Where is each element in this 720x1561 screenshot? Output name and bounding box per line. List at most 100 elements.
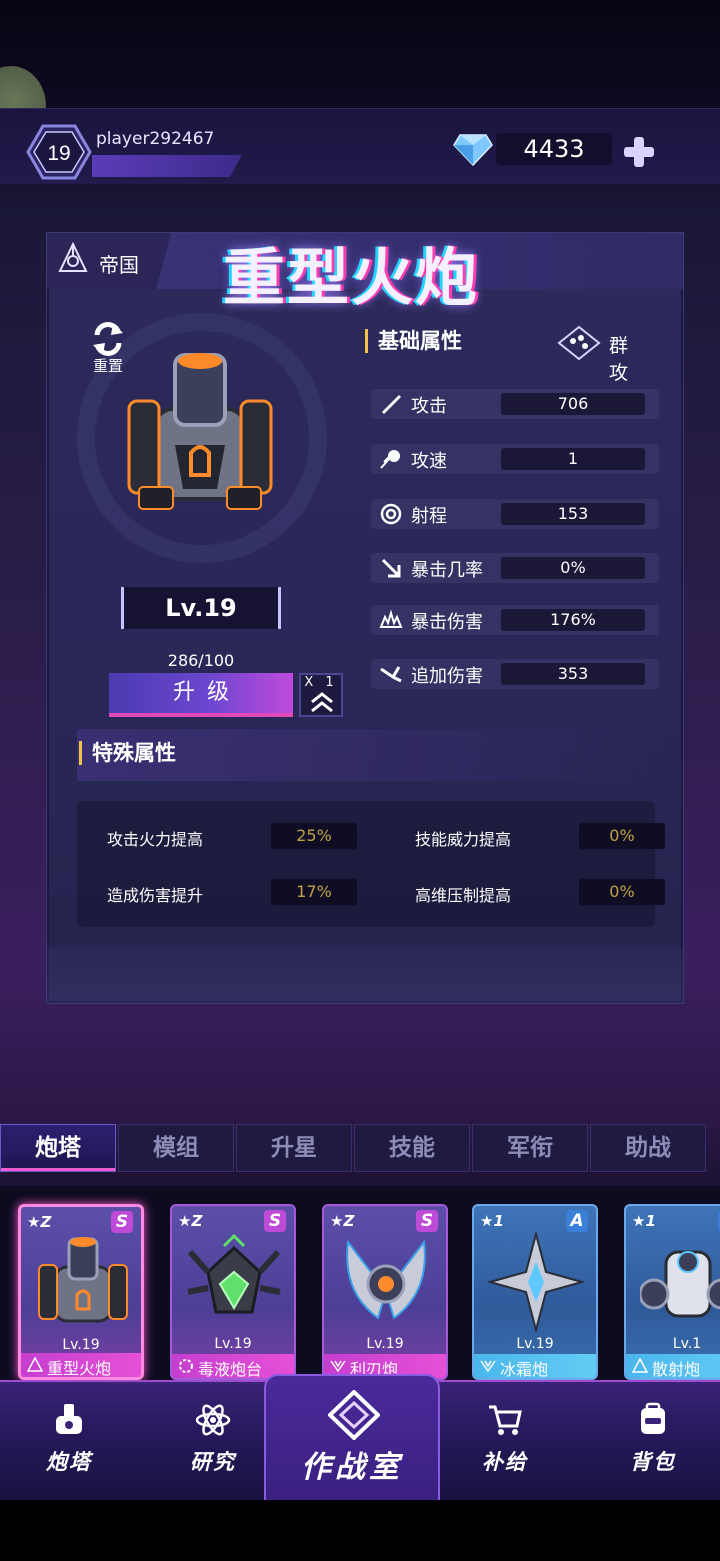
special-attributes-header: 特殊属性 [77,729,667,781]
nav-war-room[interactable]: 作战室 [264,1374,440,1502]
tab-label: 技能 [389,1135,435,1161]
turret-card-heavy-cannon[interactable]: ★Z S Lv.19 重型火炮 [18,1204,144,1380]
tab-label: 升星 [271,1135,317,1161]
nav-research[interactable]: 研究 [158,1382,268,1500]
gem-count: 4433 [496,133,612,165]
card-name: 冰霜炮 [500,1360,549,1379]
stat-label: 暴击伤害 [411,612,483,633]
stat-row-attack: 攻击 706 [371,389,659,419]
level-badge: 19 [26,124,92,180]
gear-emblem-icon [179,1359,193,1373]
stat-value: 1 [501,448,645,470]
card-rank-badge: A [566,1210,588,1232]
stat-value: 153 [501,503,645,525]
player-exp-bar [92,155,242,177]
turret-card-frost-cannon[interactable]: ★1 A Lv.19 冰霜炮 [472,1204,598,1380]
attack-type-badge: 群 攻 [555,325,665,384]
nav-label: 背包 [630,1450,676,1474]
stat-value: 353 [501,663,645,685]
upgrade-multiplier-button[interactable]: X 1 [299,673,343,717]
special-value: 25% [271,823,357,849]
card-rank-badge: S [416,1210,438,1232]
upgrade-button[interactable]: 升级 [109,673,293,717]
card-rank-badge: S [111,1211,133,1233]
special-label: 攻击火力提高 [107,830,204,849]
tab-label: 模组 [153,1135,199,1161]
extra-damage-icon [380,666,402,683]
tab-rank[interactable]: 军衔 [472,1124,588,1172]
add-gems-button[interactable] [622,135,656,169]
stat-row-crit-rate: 暴击几率 0% [371,553,659,583]
stat-value: 176% [501,609,645,631]
stat-value: 0% [501,557,645,579]
base-attributes-title: 基础属性 [365,329,462,353]
crit-damage-icon [379,609,403,628]
special-value: 0% [579,879,665,905]
special-attributes-box: 攻击火力提高 25% 技能威力提高 0% 造成伤害提升 17% 高维压制提高 0… [77,801,665,927]
special-item: 造成伤害提升 17% [107,875,367,911]
atom-icon [195,1404,231,1436]
tab-turret[interactable]: 炮塔 [0,1124,116,1172]
stat-row-extra-damage: 追加伤害 353 [371,659,659,689]
turret-card-blade-cannon[interactable]: ★Z S Lv.19 利刃炮 [322,1204,448,1380]
sword-icon [382,395,401,414]
special-item: 技能威力提高 0% [415,819,675,855]
diamond-icon [453,134,493,167]
system-navigation-bar [0,1500,720,1561]
card-level: Lv.19 [366,1336,404,1352]
empire-emblem-icon [27,1357,43,1372]
nav-label: 补给 [482,1450,528,1474]
stat-row-range: 射程 153 [371,499,659,529]
empire-emblem-icon [58,241,88,272]
card-star: ★Z [178,1212,203,1230]
war-room-icon [328,1390,380,1440]
tab-label: 炮塔 [35,1135,81,1161]
turret-level: Lv.19 [121,587,281,629]
card-star: ★1 [480,1212,504,1230]
double-chevron-up-icon [311,692,333,713]
heavy-cannon-turret-image [127,353,273,510]
upgrade-materials-count: 286/100 [167,651,235,670]
stat-label: 暴击几率 [411,560,483,581]
turret-icon [56,1404,82,1434]
card-level: Lv.19 [62,1337,100,1353]
stat-row-crit-damage: 暴击伤害 176% [371,605,659,635]
game-screen: 19 player292467 4433 帝国 重型火炮 重置 Lv.19 28… [0,0,720,1561]
nav-backpack[interactable]: 背包 [598,1382,708,1500]
cart-icon [489,1405,522,1435]
special-label: 高维压制提高 [415,886,512,905]
card-star: ★1 [632,1212,656,1230]
tab-assist[interactable]: 助战 [590,1124,706,1172]
blade-cannon-card-image [346,1239,426,1320]
speed-icon [380,450,400,469]
card-level: Lv.1 [672,1336,702,1352]
turret-card-scatter-cannon[interactable]: ★1 A Lv.1 散射炮 [624,1204,720,1380]
nav-label: 研究 [190,1450,236,1474]
turret-name-title: 重型火炮 [223,241,480,314]
card-name-bar: 重型火炮 [21,1353,141,1377]
stat-label: 攻速 [411,451,447,472]
scatter-cannon-card-image [640,1250,720,1318]
faction-label: 帝国 [99,253,139,277]
tab-skills[interactable]: 技能 [354,1124,470,1172]
backpack-icon [641,1402,665,1434]
card-star: ★Z [330,1212,355,1230]
special-label: 造成伤害提升 [107,886,204,905]
level-badge-text: 19 [47,142,70,165]
stat-row-attack-speed: 攻速 1 [371,444,659,474]
tab-module[interactable]: 模组 [118,1124,234,1172]
turret-card-venom-battery[interactable]: ★Z S Lv.19 毒液炮台 [170,1204,296,1380]
turret-card-list: ★Z S Lv.19 重型火炮 ★Z S Lv.19 毒液炮台 ★Z S Lv.… [0,1186,720,1384]
special-item: 攻击火力提高 25% [107,819,367,855]
card-name-bar: 散射炮 [626,1354,720,1378]
special-label: 技能威力提高 [415,830,512,849]
turret-detail-panel: 帝国 重型火炮 重置 Lv.19 286/100 升级 X 1 基础属性 群 攻… [46,232,684,1004]
card-level: Lv.19 [214,1336,252,1352]
tab-star-up[interactable]: 升星 [236,1124,352,1172]
stat-value: 706 [501,393,645,415]
frost-cannon-card-image [488,1232,584,1332]
card-rank-badge: S [264,1210,286,1232]
nav-supply[interactable]: 补给 [450,1382,560,1500]
range-icon [380,503,402,525]
nav-turret[interactable]: 炮塔 [14,1382,124,1500]
